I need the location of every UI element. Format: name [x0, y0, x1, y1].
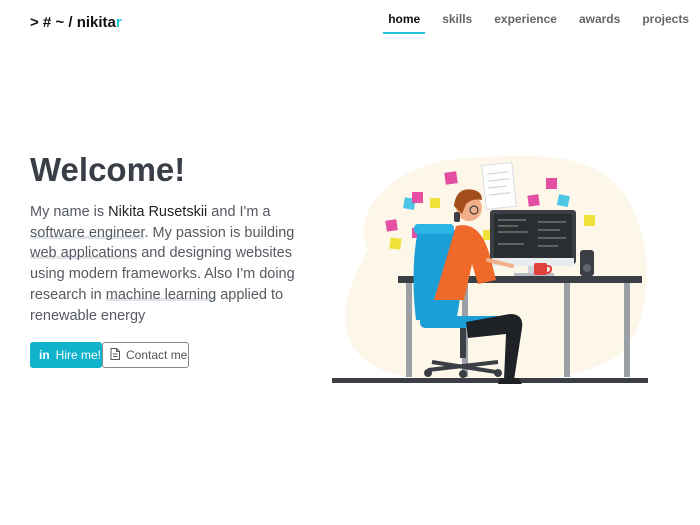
- nav-experience-label: experience: [494, 12, 557, 26]
- nav-skills[interactable]: skills: [431, 0, 483, 36]
- contact-me-label: Contact me: [126, 348, 188, 362]
- site-logo[interactable]: > # ~ / nikitar: [30, 14, 122, 31]
- bio-text: My name is: [30, 204, 109, 220]
- nav-awards[interactable]: awards: [568, 0, 631, 36]
- nav-skills-label: skills: [442, 12, 473, 26]
- nav-experience[interactable]: experience: [483, 0, 568, 36]
- document-icon: [110, 347, 120, 363]
- developer-illustration: [332, 155, 648, 384]
- hero-bio: My name is Nikita Rusetskii and I'm a so…: [30, 202, 300, 326]
- nav-home[interactable]: home: [377, 0, 431, 36]
- bio-highlight-web: web applications: [30, 245, 138, 262]
- nav-home-label: home: [388, 12, 421, 26]
- nav-projects[interactable]: projects: [631, 0, 700, 36]
- bio-highlight-role: software engineer: [30, 224, 145, 241]
- hire-me-button[interactable]: in Hire me!: [30, 342, 102, 368]
- hero-title: Welcome!: [30, 151, 186, 188]
- bio-text: and I'm a: [207, 204, 271, 220]
- nav-projects-label: projects: [642, 12, 689, 26]
- nav-awards-label: awards: [578, 12, 621, 26]
- logo-accent-letter: r: [115, 14, 122, 31]
- linkedin-icon: in: [39, 348, 50, 362]
- logo-text: > # ~ / nikita: [30, 14, 116, 31]
- contact-me-button[interactable]: Contact me: [102, 342, 189, 368]
- main-nav: home skills experience awards projects: [377, 0, 700, 36]
- hire-me-label: Hire me!: [55, 348, 102, 362]
- bio-highlight-ml: machine learning: [105, 286, 217, 303]
- bio-text: . My passion is building: [144, 224, 295, 241]
- bio-name: Nikita Rusetskii: [108, 204, 208, 220]
- active-tab-indicator: [383, 32, 426, 34]
